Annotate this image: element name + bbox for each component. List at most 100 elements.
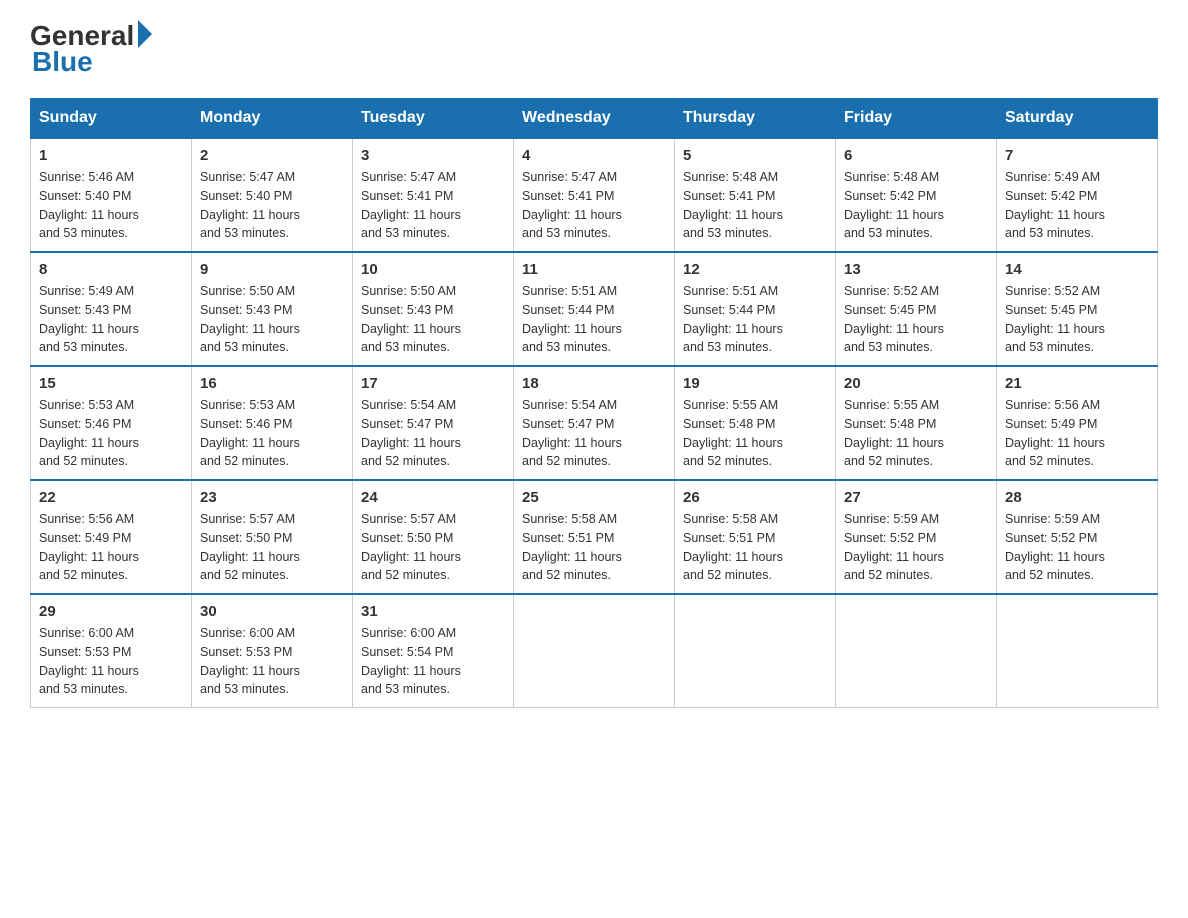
- daylight-label: Daylight: 11 hours: [683, 550, 783, 564]
- day-info: Sunrise: 5:58 AM Sunset: 5:51 PM Dayligh…: [683, 510, 827, 585]
- sunrise-label: Sunrise: 5:53 AM: [39, 398, 134, 412]
- daylight-label: Daylight: 11 hours: [200, 664, 300, 678]
- daylight-label: Daylight: 11 hours: [200, 436, 300, 450]
- sunset-label: Sunset: 5:41 PM: [683, 189, 775, 203]
- calendar-day-cell: 17 Sunrise: 5:54 AM Sunset: 5:47 PM Dayl…: [353, 366, 514, 480]
- day-number: 7: [1005, 147, 1149, 164]
- day-number: 14: [1005, 261, 1149, 278]
- day-info: Sunrise: 5:53 AM Sunset: 5:46 PM Dayligh…: [39, 396, 183, 471]
- weekday-header-wednesday: Wednesday: [514, 99, 675, 139]
- sunset-label: Sunset: 5:49 PM: [39, 531, 131, 545]
- daylight-label: Daylight: 11 hours: [361, 322, 461, 336]
- day-number: 28: [1005, 489, 1149, 506]
- daylight-minutes: and 52 minutes.: [361, 568, 450, 582]
- logo: General Blue: [30, 20, 152, 78]
- daylight-minutes: and 53 minutes.: [361, 682, 450, 696]
- day-info: Sunrise: 5:53 AM Sunset: 5:46 PM Dayligh…: [200, 396, 344, 471]
- day-info: Sunrise: 5:48 AM Sunset: 5:41 PM Dayligh…: [683, 168, 827, 243]
- daylight-label: Daylight: 11 hours: [683, 208, 783, 222]
- sunrise-label: Sunrise: 5:48 AM: [683, 170, 778, 184]
- calendar-empty-cell: [514, 594, 675, 708]
- day-info: Sunrise: 6:00 AM Sunset: 5:53 PM Dayligh…: [200, 624, 344, 699]
- daylight-minutes: and 52 minutes.: [39, 454, 128, 468]
- daylight-label: Daylight: 11 hours: [522, 322, 622, 336]
- day-number: 18: [522, 375, 666, 392]
- day-info: Sunrise: 5:52 AM Sunset: 5:45 PM Dayligh…: [844, 282, 988, 357]
- daylight-minutes: and 53 minutes.: [361, 226, 450, 240]
- sunset-label: Sunset: 5:46 PM: [200, 417, 292, 431]
- day-number: 17: [361, 375, 505, 392]
- daylight-minutes: and 52 minutes.: [522, 454, 611, 468]
- daylight-label: Daylight: 11 hours: [522, 208, 622, 222]
- sunrise-label: Sunrise: 5:58 AM: [522, 512, 617, 526]
- day-info: Sunrise: 5:56 AM Sunset: 5:49 PM Dayligh…: [39, 510, 183, 585]
- day-info: Sunrise: 5:55 AM Sunset: 5:48 PM Dayligh…: [844, 396, 988, 471]
- page-header: General Blue: [30, 20, 1158, 78]
- calendar-day-cell: 3 Sunrise: 5:47 AM Sunset: 5:41 PM Dayli…: [353, 138, 514, 252]
- sunrise-label: Sunrise: 5:51 AM: [683, 284, 778, 298]
- sunrise-label: Sunrise: 5:57 AM: [200, 512, 295, 526]
- sunrise-label: Sunrise: 5:59 AM: [1005, 512, 1100, 526]
- daylight-label: Daylight: 11 hours: [1005, 436, 1105, 450]
- daylight-label: Daylight: 11 hours: [683, 322, 783, 336]
- day-number: 11: [522, 261, 666, 278]
- calendar-week-row: 1 Sunrise: 5:46 AM Sunset: 5:40 PM Dayli…: [31, 138, 1158, 252]
- day-number: 6: [844, 147, 988, 164]
- day-info: Sunrise: 5:46 AM Sunset: 5:40 PM Dayligh…: [39, 168, 183, 243]
- day-info: Sunrise: 5:48 AM Sunset: 5:42 PM Dayligh…: [844, 168, 988, 243]
- calendar-day-cell: 18 Sunrise: 5:54 AM Sunset: 5:47 PM Dayl…: [514, 366, 675, 480]
- calendar-day-cell: 16 Sunrise: 5:53 AM Sunset: 5:46 PM Dayl…: [192, 366, 353, 480]
- day-info: Sunrise: 5:50 AM Sunset: 5:43 PM Dayligh…: [200, 282, 344, 357]
- sunset-label: Sunset: 5:41 PM: [361, 189, 453, 203]
- daylight-minutes: and 53 minutes.: [522, 226, 611, 240]
- daylight-minutes: and 53 minutes.: [1005, 340, 1094, 354]
- daylight-label: Daylight: 11 hours: [361, 208, 461, 222]
- sunrise-label: Sunrise: 5:47 AM: [361, 170, 456, 184]
- sunrise-label: Sunrise: 5:52 AM: [844, 284, 939, 298]
- weekday-header-sunday: Sunday: [31, 99, 192, 139]
- calendar-week-row: 29 Sunrise: 6:00 AM Sunset: 5:53 PM Dayl…: [31, 594, 1158, 708]
- logo-arrow-icon: [138, 20, 152, 48]
- day-number: 9: [200, 261, 344, 278]
- daylight-minutes: and 52 minutes.: [522, 568, 611, 582]
- sunrise-label: Sunrise: 6:00 AM: [361, 626, 456, 640]
- day-info: Sunrise: 5:51 AM Sunset: 5:44 PM Dayligh…: [683, 282, 827, 357]
- calendar-header: SundayMondayTuesdayWednesdayThursdayFrid…: [31, 99, 1158, 139]
- daylight-minutes: and 52 minutes.: [683, 568, 772, 582]
- calendar-day-cell: 23 Sunrise: 5:57 AM Sunset: 5:50 PM Dayl…: [192, 480, 353, 594]
- sunset-label: Sunset: 5:50 PM: [200, 531, 292, 545]
- day-number: 19: [683, 375, 827, 392]
- daylight-label: Daylight: 11 hours: [361, 664, 461, 678]
- sunrise-label: Sunrise: 5:57 AM: [361, 512, 456, 526]
- day-number: 29: [39, 603, 183, 620]
- daylight-label: Daylight: 11 hours: [361, 550, 461, 564]
- calendar-day-cell: 15 Sunrise: 5:53 AM Sunset: 5:46 PM Dayl…: [31, 366, 192, 480]
- daylight-minutes: and 53 minutes.: [683, 226, 772, 240]
- sunset-label: Sunset: 5:52 PM: [844, 531, 936, 545]
- daylight-label: Daylight: 11 hours: [844, 322, 944, 336]
- calendar-day-cell: 13 Sunrise: 5:52 AM Sunset: 5:45 PM Dayl…: [836, 252, 997, 366]
- day-number: 8: [39, 261, 183, 278]
- day-number: 25: [522, 489, 666, 506]
- daylight-minutes: and 52 minutes.: [683, 454, 772, 468]
- daylight-label: Daylight: 11 hours: [522, 436, 622, 450]
- daylight-minutes: and 52 minutes.: [200, 454, 289, 468]
- calendar-day-cell: 4 Sunrise: 5:47 AM Sunset: 5:41 PM Dayli…: [514, 138, 675, 252]
- day-info: Sunrise: 5:57 AM Sunset: 5:50 PM Dayligh…: [200, 510, 344, 585]
- sunrise-label: Sunrise: 5:53 AM: [200, 398, 295, 412]
- daylight-label: Daylight: 11 hours: [39, 208, 139, 222]
- daylight-minutes: and 53 minutes.: [844, 340, 933, 354]
- calendar-day-cell: 1 Sunrise: 5:46 AM Sunset: 5:40 PM Dayli…: [31, 138, 192, 252]
- day-number: 26: [683, 489, 827, 506]
- calendar-day-cell: 31 Sunrise: 6:00 AM Sunset: 5:54 PM Dayl…: [353, 594, 514, 708]
- weekday-header-saturday: Saturday: [997, 99, 1158, 139]
- sunset-label: Sunset: 5:42 PM: [844, 189, 936, 203]
- calendar-week-row: 15 Sunrise: 5:53 AM Sunset: 5:46 PM Dayl…: [31, 366, 1158, 480]
- day-info: Sunrise: 5:52 AM Sunset: 5:45 PM Dayligh…: [1005, 282, 1149, 357]
- calendar-day-cell: 30 Sunrise: 6:00 AM Sunset: 5:53 PM Dayl…: [192, 594, 353, 708]
- sunrise-label: Sunrise: 5:47 AM: [200, 170, 295, 184]
- sunset-label: Sunset: 5:47 PM: [361, 417, 453, 431]
- sunset-label: Sunset: 5:47 PM: [522, 417, 614, 431]
- sunrise-label: Sunrise: 5:51 AM: [522, 284, 617, 298]
- daylight-minutes: and 53 minutes.: [39, 226, 128, 240]
